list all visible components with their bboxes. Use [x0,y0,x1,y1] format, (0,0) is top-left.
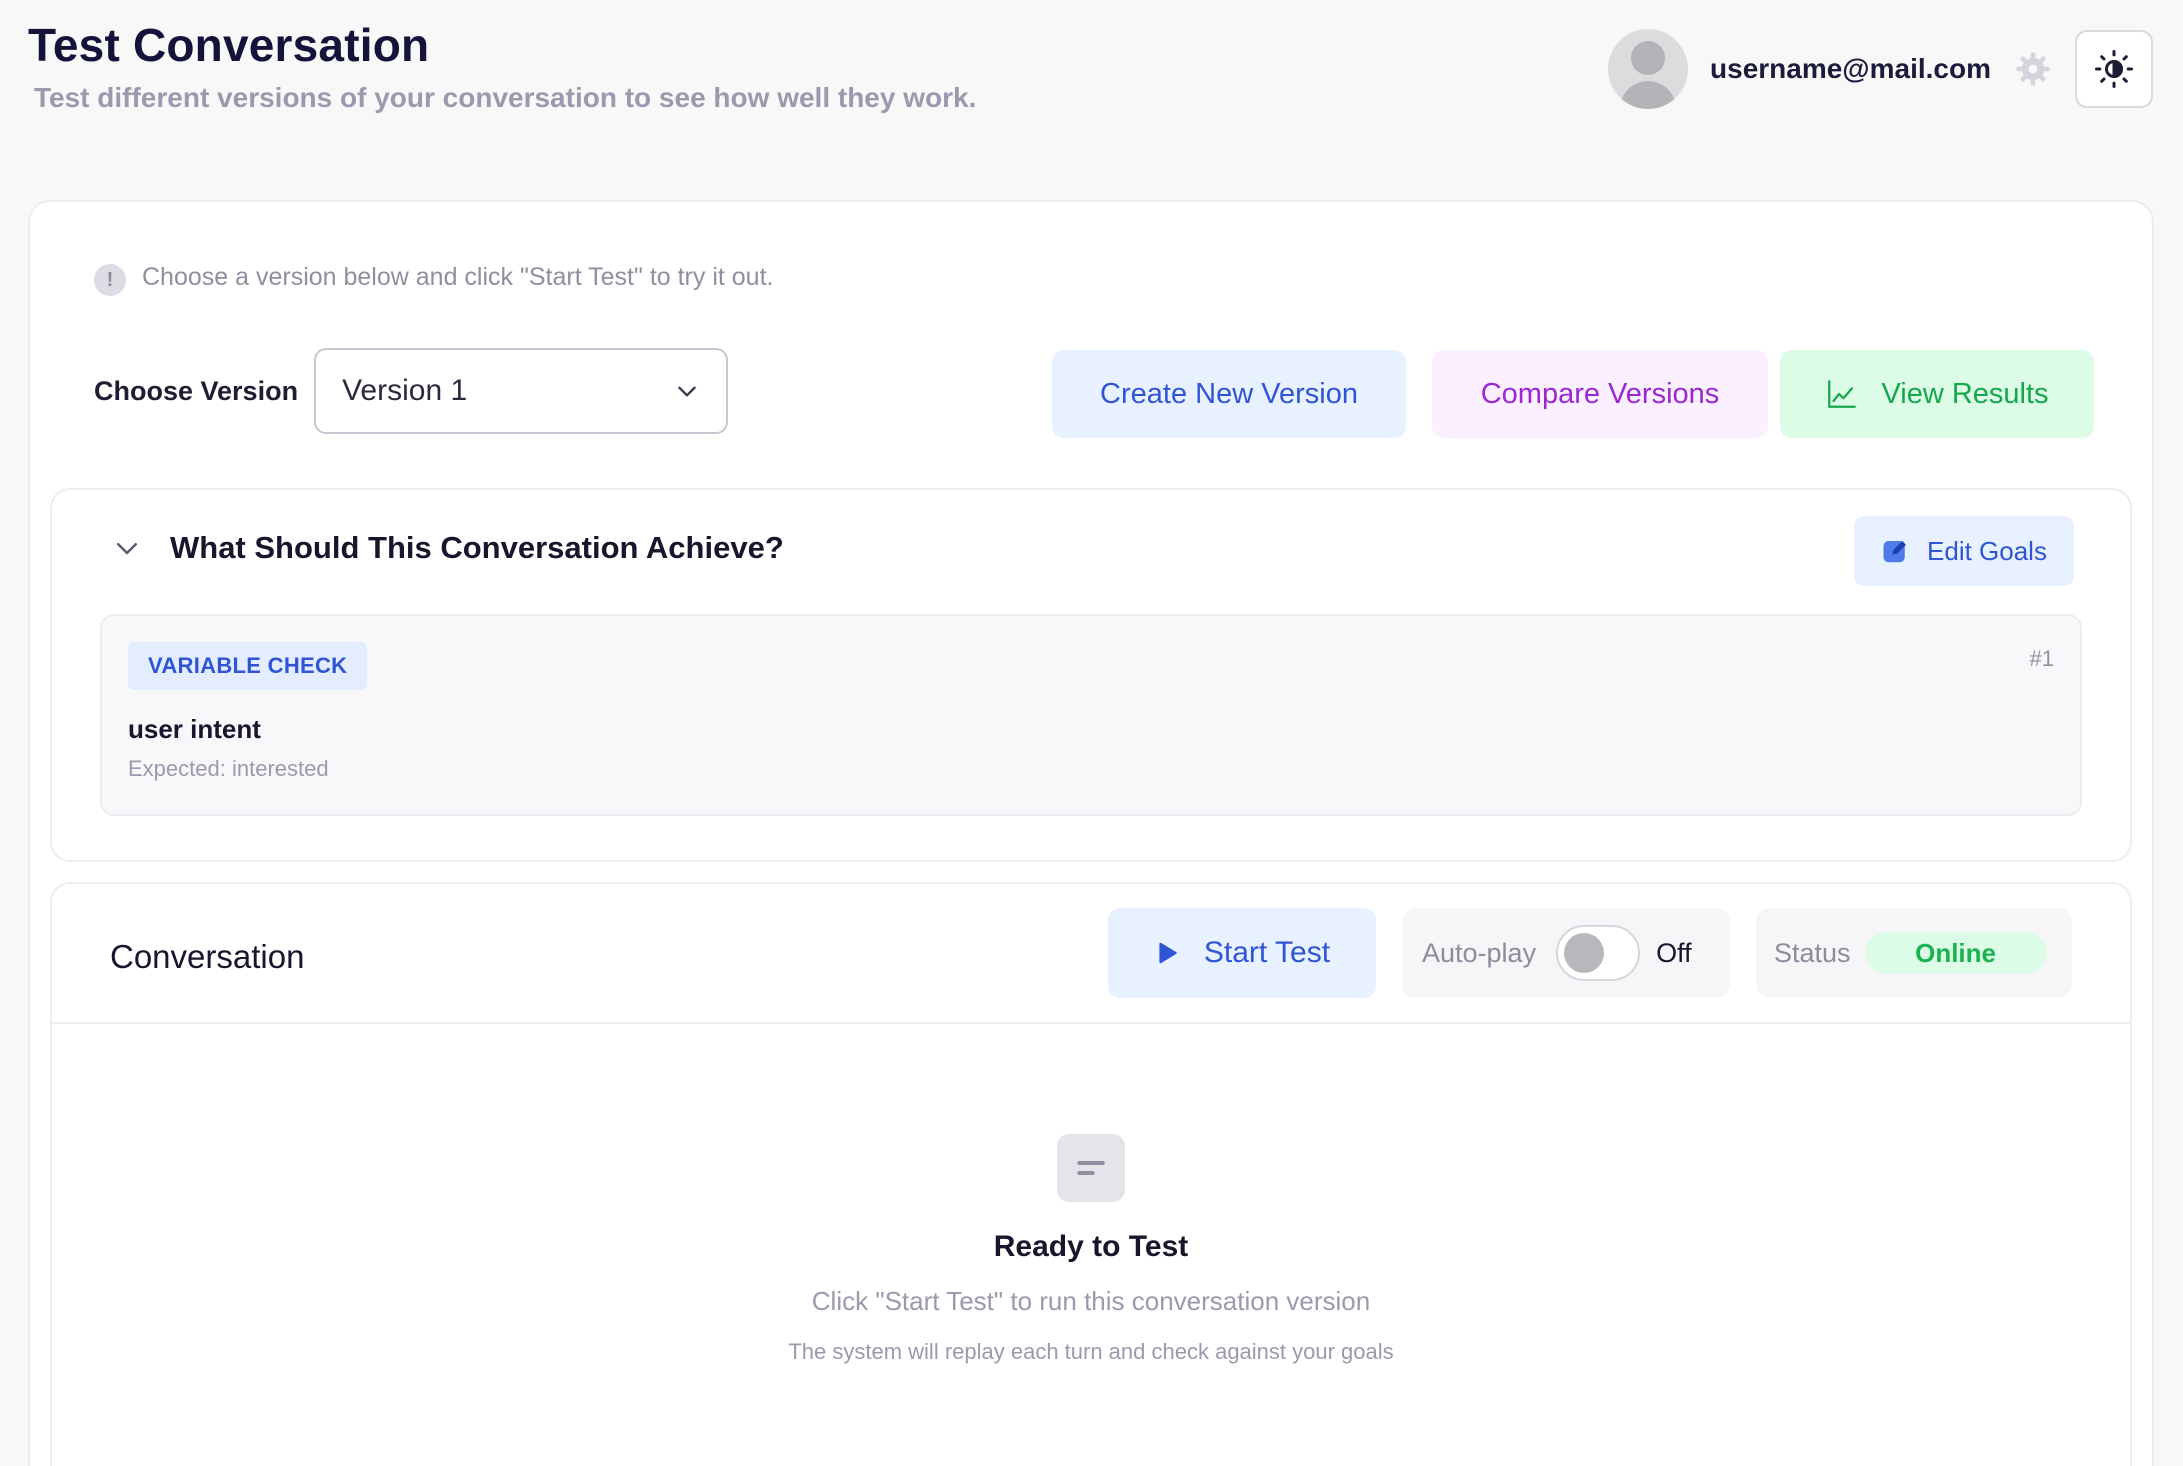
status-indicator: Status Online [1756,908,2072,998]
status-badge: Online [1864,932,2047,974]
goal-number: #1 [2029,646,2054,671]
chevron-down-icon [678,386,696,397]
goal-type-badge: VARIABLE CHECK [128,642,368,690]
empty-note: The system will replay each turn and che… [788,1339,1394,1364]
view-results-label: View Results [1881,377,2049,410]
sun-icon [2095,50,2133,88]
autoplay-state: Off [1656,937,1692,968]
compare-versions-button[interactable]: Compare Versions [1432,350,1768,438]
goal-card: VARIABLE CHECK #1 user intent Expected: … [100,614,2082,816]
create-new-version-button[interactable]: Create New Version [1052,350,1406,438]
edit-goals-button[interactable]: Edit Goals [1854,516,2074,586]
empty-title: Ready to Test [993,1230,1189,1263]
message-icon [1057,1134,1125,1202]
conversation-section: Conversation Start Test Auto-play Off St… [50,882,2132,1466]
toggle-knob [1564,933,1605,973]
conversation-header: Conversation Start Test Auto-play Off St… [52,884,2130,1024]
page: Test Conversation Test different version… [0,0,2183,1466]
view-results-button[interactable]: View Results [1780,350,2094,438]
empty-state: Ready to Test Click "Start Test" to run … [52,1134,2130,1365]
play-icon [1159,942,1177,964]
status-label: Status [1774,937,1851,968]
autoplay-label: Auto-play [1422,937,1537,968]
chart-line-icon [1828,380,1857,408]
hint-text: Choose a version below and click "Start … [142,262,774,291]
chevron-down-icon[interactable] [112,533,142,563]
compare-versions-label: Compare Versions [1480,377,1720,410]
goals-section: What Should This Conversation Achieve? E… [50,488,2132,862]
page-title: Test Conversation [28,19,430,71]
edit-goals-label: Edit Goals [1927,535,2047,566]
autoplay-toggle[interactable] [1556,925,1641,981]
version-select[interactable]: Version 1 [314,348,729,434]
user-area: username@mail.com [1608,28,2153,110]
main-card: ! Choose a version below and click "Star… [28,200,2154,1466]
start-test-button[interactable]: Start Test [1108,908,1376,998]
version-row: Choose Version Version 1 [94,348,729,434]
theme-toggle-button[interactable] [2075,30,2153,108]
user-email[interactable]: username@mail.com [1710,53,1991,85]
gear-icon[interactable] [2013,49,2053,89]
user-avatar-icon[interactable] [1608,29,1689,109]
start-test-label: Start Test [1203,936,1331,969]
goal-expected-label: Expected: [128,756,226,781]
empty-subtitle: Click "Start Test" to run this conversat… [811,1286,1371,1316]
page-subtitle: Test different versions of your conversa… [34,82,977,113]
hint: ! Choose a version below and click "Star… [94,258,773,296]
create-new-version-label: Create New Version [1100,377,1358,410]
conversation-title: Conversation [110,938,305,975]
edit-icon [1883,541,1907,563]
goals-header[interactable]: What Should This Conversation Achieve? [112,530,784,566]
goal-expected-value: interested [231,756,329,781]
version-label: Choose Version [94,375,299,406]
info-icon: ! [94,264,126,296]
version-select-value: Version 1 [342,374,468,407]
goal-expected: Expected: interested [128,756,329,782]
goal-name: user intent [128,714,261,744]
goals-title: What Should This Conversation Achieve? [170,530,784,565]
autoplay-control: Auto-play Off [1402,908,1730,998]
